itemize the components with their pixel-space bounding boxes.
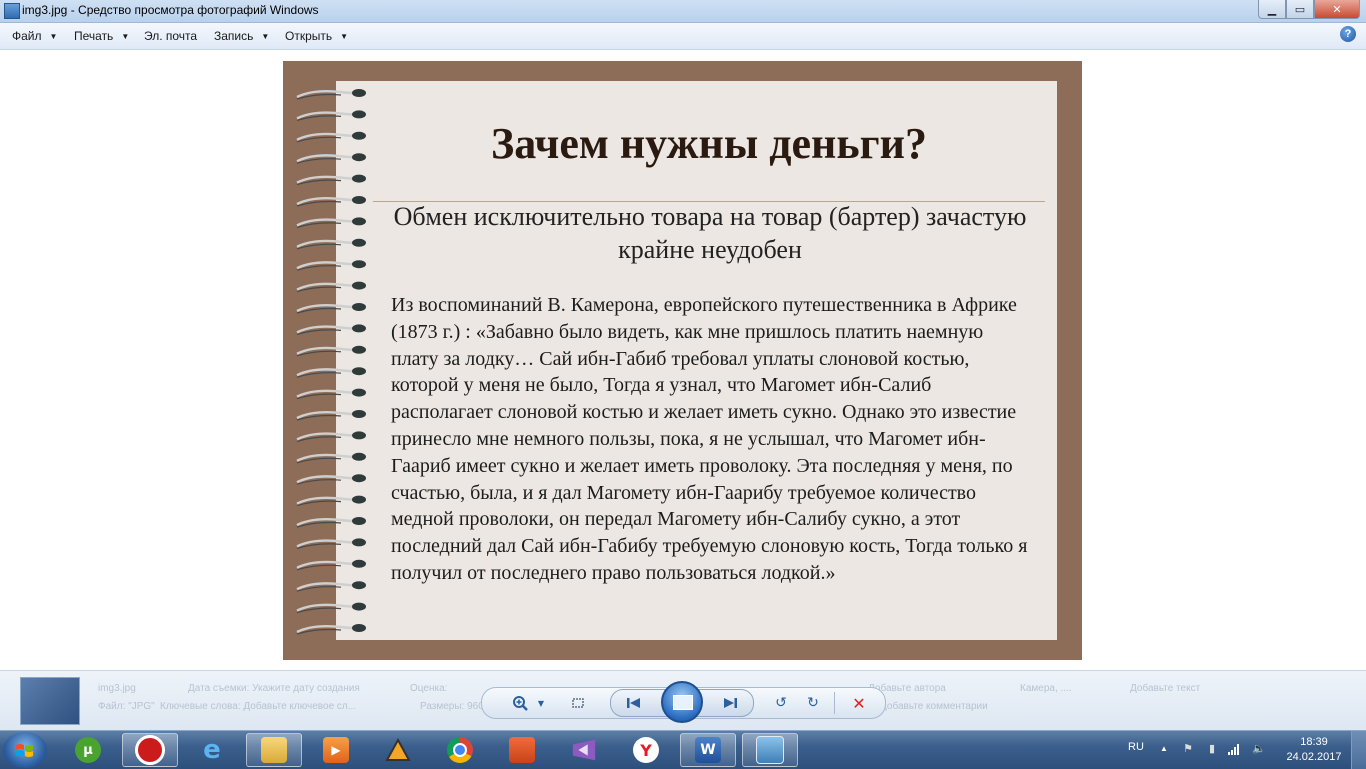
- clock-date: 24.02.2017: [1286, 751, 1342, 763]
- slideshow-icon: [673, 695, 693, 710]
- windows-taskbar: µ e ▶ Y W RU ▲ ⚑ ▮ 🔈 18:39 24.02.2017: [0, 730, 1366, 769]
- taskbar-ie[interactable]: e: [184, 733, 240, 767]
- taskbar-clock[interactable]: 18:39 24.02.2017: [1284, 735, 1344, 765]
- zoom-icon[interactable]: [510, 693, 532, 713]
- minimize-button[interactable]: ▁: [1258, 0, 1286, 19]
- taskbar-yandex[interactable]: Y: [618, 733, 674, 767]
- taskbar-utorrent[interactable]: µ: [60, 733, 116, 767]
- visual-studio-icon: [571, 737, 597, 763]
- taskbar-explorer[interactable]: [246, 733, 302, 767]
- help-icon[interactable]: ?: [1340, 26, 1356, 42]
- file-thumbnail: [20, 677, 80, 725]
- next-icon[interactable]: [719, 693, 741, 713]
- info-tags: Добавьте текст: [1130, 683, 1201, 694]
- power-icon[interactable]: ▮: [1206, 743, 1218, 755]
- slide-subtitle: Обмен исключительно товара на товар (бар…: [393, 202, 1027, 264]
- menu-file-label: Файл: [12, 29, 42, 43]
- action-center-icon[interactable]: ⚑: [1182, 743, 1194, 755]
- taskbar-word[interactable]: W: [680, 733, 736, 767]
- taskbar-chrome[interactable]: [432, 733, 488, 767]
- chrome-icon: [447, 737, 473, 763]
- rotate-right-icon[interactable]: ↻: [802, 693, 824, 713]
- utorrent-icon: µ: [75, 737, 101, 763]
- info-date-taken: Дата съемки: Укажите дату создания: [188, 683, 360, 694]
- opera-icon: [135, 735, 165, 765]
- menu-open[interactable]: Открыть ▼: [285, 29, 348, 43]
- presentation-icon: [509, 737, 535, 763]
- info-camera: Камера, ....: [1020, 683, 1072, 694]
- chevron-down-icon: ▼: [121, 32, 130, 41]
- start-button[interactable]: [3, 732, 47, 768]
- yandex-browser-icon: Y: [633, 737, 659, 763]
- window-title: img3.jpg - Средство просмотра фотографий…: [22, 3, 319, 17]
- volume-icon[interactable]: 🔈: [1252, 743, 1266, 755]
- actual-size-icon[interactable]: [567, 693, 589, 713]
- system-tray: RU ▲ ⚑ ▮ 🔈 18:39 24.02.2017: [1120, 731, 1366, 769]
- info-filename: img3.jpg: [98, 683, 136, 694]
- slide-body-text: Из воспоминаний В. Камерона, европейског…: [391, 294, 1028, 584]
- taskbar-opera[interactable]: [122, 733, 178, 767]
- rotate-left-icon[interactable]: ↺: [770, 693, 792, 713]
- network-icon[interactable]: [1228, 743, 1240, 755]
- photo-viewer-icon: [756, 736, 784, 764]
- internet-explorer-icon: e: [203, 735, 221, 765]
- taskbar-presentation[interactable]: [494, 733, 550, 767]
- chevron-down-icon[interactable]: ▼: [530, 693, 552, 713]
- language-indicator[interactable]: RU: [1128, 741, 1144, 753]
- taskbar-media-player[interactable]: ▶: [308, 733, 364, 767]
- menu-bar: Файл ▼ Печать ▼ Эл. почта Запись ▼ Открыть ▼…: [0, 23, 1366, 50]
- window-controls: ▁ ▭ ✕: [1258, 0, 1360, 19]
- info-filetype: Файл: "JPG": [98, 701, 155, 712]
- taskbar-photo-viewer[interactable]: [742, 733, 798, 767]
- chevron-down-icon: ▼: [261, 32, 270, 41]
- menu-open-label: Открыть: [285, 29, 333, 43]
- info-keywords: Ключевые слова: Добавьте ключевое сл...: [160, 701, 357, 712]
- slide-title: Зачем нужны деньги?: [491, 119, 927, 168]
- taskbar-aimp[interactable]: [370, 733, 426, 767]
- maximize-button[interactable]: ▭: [1286, 0, 1314, 19]
- menu-print[interactable]: Печать ▼: [74, 29, 129, 43]
- menu-burn[interactable]: Запись ▼: [214, 29, 269, 43]
- chevron-down-icon: ▼: [340, 32, 349, 41]
- media-player-icon: ▶: [323, 737, 349, 763]
- windows-logo-icon: [16, 744, 33, 757]
- title-bar: img3.jpg - Средство просмотра фотографий…: [0, 0, 1366, 23]
- close-button[interactable]: ✕: [1314, 0, 1360, 19]
- info-rating: Оценка:: [410, 683, 448, 694]
- info-comment: Добавьте комментарии: [880, 701, 988, 712]
- folder-icon: [261, 737, 287, 763]
- word-icon: W: [695, 737, 721, 763]
- taskbar-visual-studio[interactable]: [556, 733, 612, 767]
- slideshow-button[interactable]: [661, 681, 703, 723]
- menu-print-label: Печать: [74, 29, 114, 43]
- menu-email-label: Эл. почта: [144, 29, 198, 43]
- menu-file[interactable]: Файл ▼: [12, 29, 57, 43]
- menu-email[interactable]: Эл. почта: [144, 29, 197, 43]
- delete-icon[interactable]: ✕: [848, 693, 870, 713]
- menu-burn-label: Запись: [214, 29, 254, 43]
- controls-separator: [834, 692, 835, 714]
- chevron-down-icon: ▼: [49, 32, 58, 41]
- previous-icon[interactable]: [623, 693, 645, 713]
- tray-expand-icon[interactable]: ▲: [1158, 743, 1170, 755]
- aimp-icon: [385, 737, 411, 763]
- show-desktop-button[interactable]: [1351, 731, 1366, 769]
- photo-viewer-app-icon: [4, 3, 20, 19]
- clock-time: 18:39: [1300, 736, 1328, 748]
